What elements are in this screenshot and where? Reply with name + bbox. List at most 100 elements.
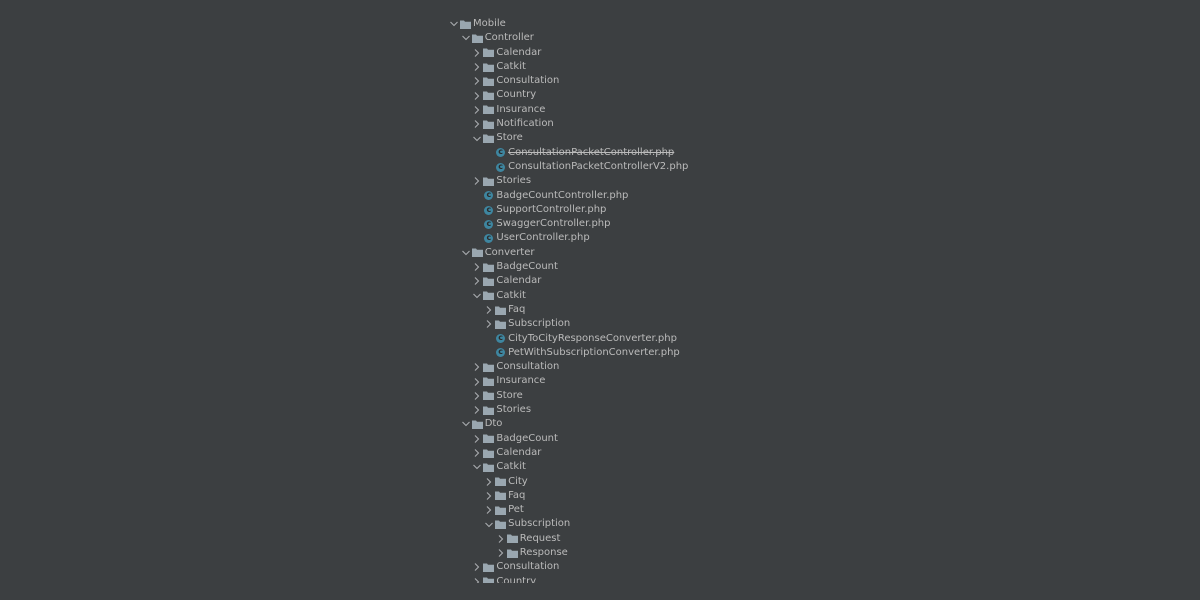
tree-folder-row[interactable]: Insurance <box>448 103 688 117</box>
folder-icon <box>483 263 495 272</box>
tree-folder-row[interactable]: Controller <box>448 31 688 45</box>
chevron-down-icon[interactable] <box>448 17 460 31</box>
chevron-right-icon[interactable] <box>471 103 483 117</box>
tree-folder-row[interactable]: Dto <box>448 417 688 431</box>
tree-file-row[interactable]: ConsultationPacketControllerV2.php <box>448 160 688 174</box>
tree-folder-row[interactable]: Stories <box>448 174 688 188</box>
tree-file-row[interactable]: CityToCityResponseConverter.php <box>448 331 688 346</box>
tree-item-label: ConsultationPacketController.php <box>508 146 675 158</box>
tree-folder-row[interactable]: Subscription <box>448 317 688 331</box>
tree-file-row[interactable]: PetWithSubscriptionConverter.php <box>448 345 688 360</box>
chevron-right-icon[interactable] <box>483 489 495 503</box>
tree-item-label: BadgeCount <box>496 261 558 273</box>
tree-folder-row[interactable]: Request <box>448 532 688 546</box>
tree-file-row[interactable]: ConsultationPacketController.php <box>448 145 688 160</box>
chevron-right-icon[interactable] <box>471 260 483 274</box>
tree-item-label: Store <box>496 132 523 144</box>
chevron-right-icon[interactable] <box>471 89 483 103</box>
chevron-right-icon[interactable] <box>471 117 483 131</box>
tree-folder-row[interactable]: Consultation <box>448 560 688 574</box>
tree-folder-row[interactable]: Response <box>448 546 688 560</box>
php-class-icon <box>496 345 506 359</box>
chevron-down-icon[interactable] <box>460 246 472 260</box>
chevron-right-icon[interactable] <box>471 389 483 403</box>
tree-folder-row[interactable]: Consultation <box>448 74 688 88</box>
tree-file-row[interactable]: UserController.php <box>448 231 688 245</box>
chevron-right-icon[interactable] <box>471 174 483 188</box>
chevron-down-icon[interactable] <box>460 31 472 45</box>
tree-folder-row[interactable]: Country <box>448 575 688 583</box>
chevron-right-icon[interactable] <box>471 575 483 583</box>
tree-folder-row[interactable]: Faq <box>448 303 688 317</box>
chevron-right-icon[interactable] <box>495 532 507 546</box>
folder-icon <box>483 91 495 101</box>
tree-folder-row[interactable]: Calendar <box>448 274 688 288</box>
tree-folder-row[interactable]: Pet <box>448 503 688 517</box>
chevron-right-icon[interactable] <box>483 475 495 489</box>
php-class-icon <box>484 231 494 245</box>
chevron-down-icon[interactable] <box>483 518 495 532</box>
tree-folder-row[interactable]: City <box>448 475 688 489</box>
folder-icon <box>483 277 495 286</box>
tree-file-row[interactable]: BadgeCountController.php <box>448 188 688 203</box>
chevron-right-icon[interactable] <box>471 74 483 88</box>
tree-file-row[interactable]: SwaggerController.php <box>448 217 688 231</box>
chevron-down-icon[interactable] <box>471 460 483 474</box>
tree-item-label: CityToCityResponseConverter.php <box>508 332 677 344</box>
chevron-right-icon[interactable] <box>483 317 495 331</box>
chevron-right-icon[interactable] <box>471 403 483 417</box>
chevron-right-icon[interactable] <box>471 375 483 389</box>
tree-folder-row[interactable]: Calendar <box>448 46 688 60</box>
tree-folder-row[interactable]: Converter <box>448 246 688 260</box>
tree-folder-row[interactable]: Calendar <box>448 446 688 460</box>
tree-item-label: Calendar <box>496 446 542 458</box>
tree-folder-row[interactable]: Catkit <box>448 460 688 474</box>
tree-item-label: Store <box>496 389 523 401</box>
tree-item-label: Dto <box>484 418 503 430</box>
folder-icon <box>483 177 495 186</box>
tree-item-label: ConsultationPacketControllerV2.php <box>508 160 689 172</box>
folder-icon <box>483 77 495 86</box>
chevron-right-icon[interactable] <box>471 560 483 574</box>
chevron-right-icon[interactable] <box>471 274 483 288</box>
chevron-right-icon[interactable] <box>483 303 495 317</box>
chevron-right-icon[interactable] <box>471 432 483 446</box>
folder-icon <box>495 477 507 487</box>
tree-item-label: Catkit <box>496 60 526 72</box>
tree-folder-row[interactable]: Insurance <box>448 374 688 388</box>
tree-folder-row[interactable]: BadgeCount <box>448 432 688 446</box>
chevron-right-icon[interactable] <box>471 446 483 460</box>
tree-item-label: BadgeCount <box>496 432 558 444</box>
tree-folder-row[interactable]: Catkit <box>448 289 688 303</box>
tree-folder-row[interactable]: Store <box>448 389 688 403</box>
folder-icon <box>483 105 495 115</box>
tree-folder-row[interactable]: Stories <box>448 403 688 417</box>
folder-icon <box>495 520 507 530</box>
tree-folder-row[interactable]: Store <box>448 131 688 145</box>
tree-item-label: UserController.php <box>496 232 590 244</box>
tree-item-label: Converter <box>484 246 535 258</box>
tree-file-row[interactable]: SupportController.php <box>448 203 688 217</box>
chevron-down-icon[interactable] <box>460 417 472 431</box>
chevron-right-icon[interactable] <box>471 46 483 60</box>
chevron-right-icon[interactable] <box>483 503 495 517</box>
tree-folder-row[interactable]: Mobile <box>448 17 688 31</box>
chevron-down-icon[interactable] <box>471 289 483 303</box>
folder-icon <box>483 63 495 72</box>
tree-folder-row[interactable]: Faq <box>448 489 688 503</box>
tree-item-label: Mobile <box>473 18 506 29</box>
chevron-down-icon[interactable] <box>471 132 483 146</box>
chevron-right-icon[interactable] <box>495 546 507 560</box>
folder-icon <box>483 291 495 301</box>
chevron-right-icon[interactable] <box>471 360 483 374</box>
tree-folder-row[interactable]: Catkit <box>448 60 688 74</box>
project-tree-panel: Mobile Controller Calendar Catkit Consultati… <box>0 0 1200 583</box>
tree-folder-row[interactable]: Notification <box>448 117 688 131</box>
tree-folder-row[interactable]: Country <box>448 88 688 102</box>
tree-folder-row[interactable]: Subscription <box>448 517 688 531</box>
chevron-right-icon[interactable] <box>471 60 483 74</box>
tree-folder-row[interactable]: BadgeCount <box>448 260 688 274</box>
tree-item-label: Response <box>519 546 568 558</box>
tree-item-label: Subscription <box>508 518 571 530</box>
tree-folder-row[interactable]: Consultation <box>448 360 688 374</box>
